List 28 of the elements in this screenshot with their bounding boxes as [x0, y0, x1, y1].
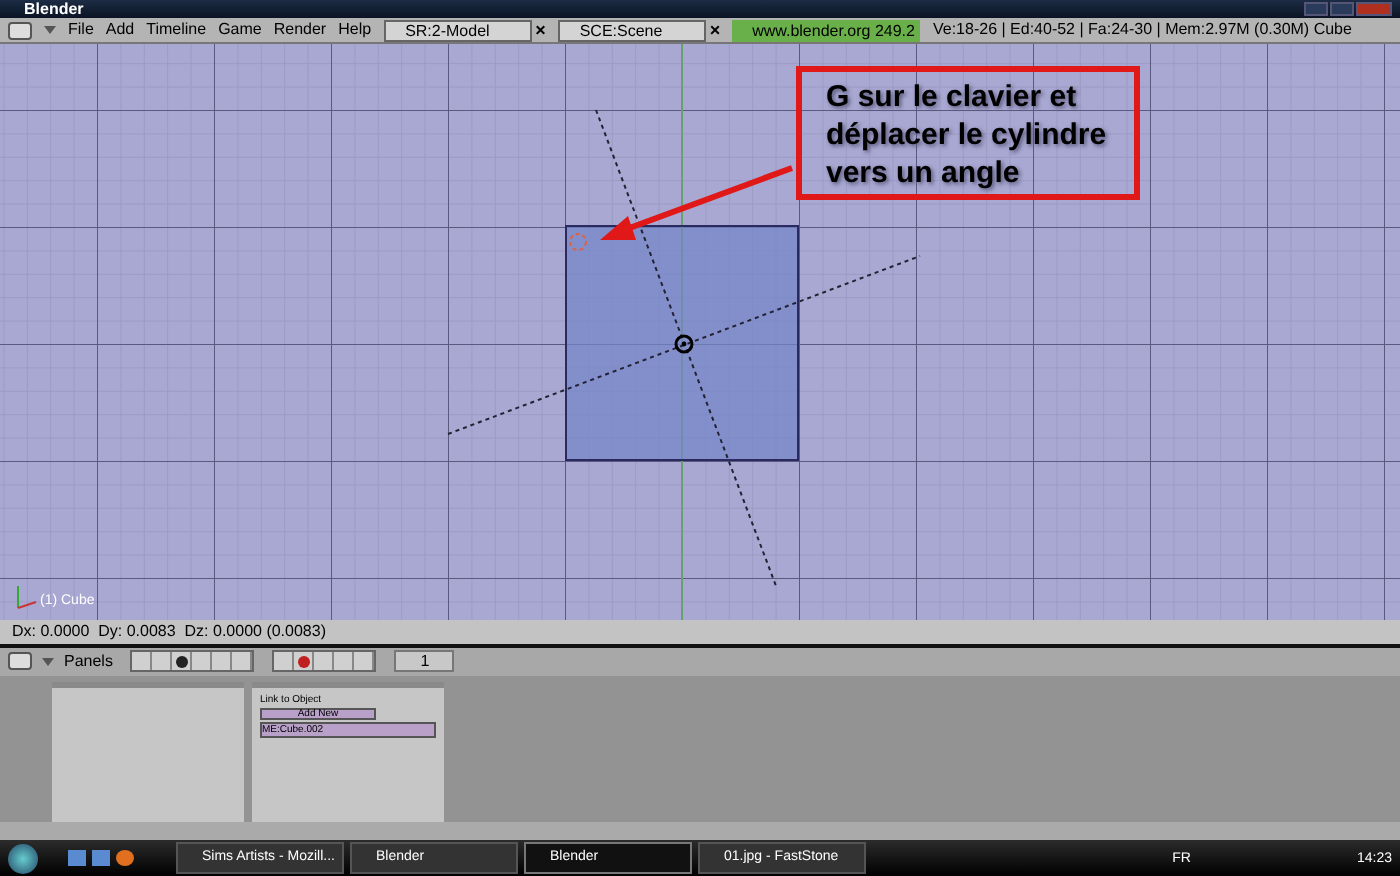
- start-button[interactable]: [8, 843, 38, 873]
- scene-field[interactable]: SR:2-Model: [383, 19, 532, 42]
- menu-item[interactable]: Help: [338, 20, 372, 41]
- collapse-triangle-icon[interactable]: [42, 657, 54, 666]
- editor-type-button[interactable]: [8, 652, 32, 671]
- material-icon[interactable]: [294, 652, 315, 671]
- window-title: Blender: [24, 0, 84, 18]
- cube-selection[interactable]: [565, 225, 799, 462]
- annotation-box: G sur le clavier et déplacer le cylindre vers un angle: [796, 66, 1140, 201]
- transform-status: Dx: 0.0000 Dy: 0.0083 Dz: 0.0000 (0.0083): [0, 620, 1400, 649]
- menu-item[interactable]: File: [68, 20, 94, 41]
- transform-center-icon: [674, 335, 694, 355]
- collapse-triangle-icon[interactable]: [44, 26, 56, 35]
- website-link[interactable]: www.blender.org 249.2: [732, 19, 921, 42]
- browser-icon[interactable]: [116, 850, 134, 866]
- scene-field[interactable]: SCE:Scene: [557, 19, 706, 42]
- editor-type-button[interactable]: [8, 21, 32, 40]
- cursor-icon: [569, 233, 587, 252]
- scene-stats: Ve:18-26 | Ed:40-52 | Fa:24-30 | Mem:2.97M (0.30M) Cube: [932, 20, 1352, 41]
- menu-item[interactable]: Game: [218, 20, 262, 41]
- menu-item[interactable]: Timeline: [146, 20, 207, 41]
- shading-icon[interactable]: [172, 652, 193, 671]
- menu-item[interactable]: Render: [273, 20, 327, 41]
- panels-label: Panels: [64, 652, 113, 671]
- menu-item[interactable]: Add: [105, 20, 135, 41]
- frame-spinner[interactable]: 1: [394, 650, 455, 673]
- window-switch-icon[interactable]: [92, 850, 110, 866]
- axis-icon: [17, 585, 37, 610]
